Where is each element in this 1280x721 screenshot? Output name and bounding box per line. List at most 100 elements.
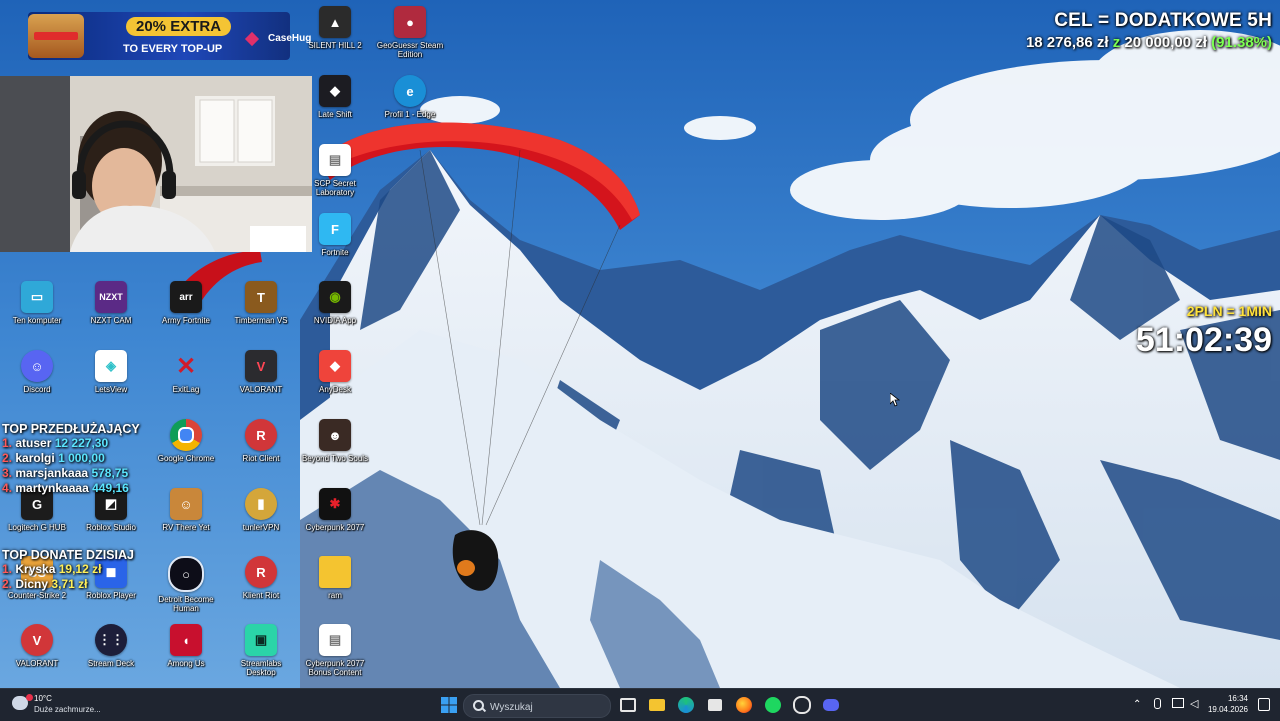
desktop-icon-riot-client[interactable]: R Riot Client <box>226 417 296 483</box>
desktop-icon-streamlabs[interactable]: ▣ Streamlabs Desktop <box>226 622 296 688</box>
desktop-icon-label: Beyond Two Souls <box>301 454 369 463</box>
desktop-icon-label: RV There Yet <box>162 523 210 532</box>
goal-title: CEL = DODATKOWE 5H <box>1054 10 1272 31</box>
taskbar-store[interactable] <box>704 694 726 716</box>
desktop-icon-this-pc[interactable]: ▭ Ten komputer <box>2 279 72 345</box>
desktop-icon-beyond-two-souls[interactable]: ☻ Beyond Two Souls <box>300 417 370 483</box>
desktop-icon-nzxt-cam[interactable]: NZXT NZXT CAM <box>76 279 146 345</box>
windows-logo-icon <box>441 697 457 713</box>
desktop-icon-label: Cyberpunk 2077 <box>305 523 365 532</box>
casehug-logo-icon <box>244 31 260 47</box>
desktop-icon-label: NZXT CAM <box>90 316 132 325</box>
leaderboard-title: TOP DONATE DZISIAJ <box>2 548 134 562</box>
desktop-icon-geoguessr[interactable]: ● GeoGuessr Steam Edition <box>375 4 445 70</box>
desktop-icon-label: ExitLag <box>172 385 200 394</box>
desktop-icon-label: AnyDesk <box>318 385 351 394</box>
search-input[interactable] <box>488 698 602 716</box>
desktop-icon-timberman[interactable]: T Timberman VS <box>226 279 296 345</box>
streamlabs-icon: ▣ <box>245 624 277 656</box>
chrome-icon <box>170 419 202 451</box>
taskbar-obs[interactable] <box>791 694 813 716</box>
desktop-icon-label: Streamlabs Desktop <box>240 659 282 677</box>
desktop[interactable]: ▲ SILENT HILL 2 ● GeoGuessr Steam Editio… <box>0 0 1280 688</box>
weather-temp: 10°C <box>34 694 52 703</box>
desktop-icon-label: LetsView <box>94 385 128 394</box>
webcam-overlay <box>0 76 312 252</box>
desktop-icon-label: Timberman VS <box>234 316 288 325</box>
task-view-icon <box>620 698 636 712</box>
desktop-icon-tunlervpn[interactable]: ▮ tunlerVPN <box>226 486 296 552</box>
desktop-icon-edge-profile[interactable]: e Profil 1 - Edge <box>375 73 445 139</box>
webcam-feed <box>0 76 312 252</box>
network-icon[interactable] <box>1172 698 1184 708</box>
desktop-icon-valorant-2[interactable]: V VALORANT <box>2 622 72 688</box>
goal-percent: (91.38%) <box>1211 34 1272 51</box>
timberman-icon: T <box>245 281 277 313</box>
desktop-icon-label: Logitech G HUB <box>8 523 66 532</box>
taskbar-file-explorer[interactable] <box>646 694 668 716</box>
chevron-up-icon[interactable]: ⌃ <box>1133 699 1141 710</box>
desktop-icon-cyberpunk-bonus[interactable]: ▤ Cyberpunk 2077 Bonus Content <box>300 622 370 688</box>
leaderboard-row: 4. martynkaaaa 449,16 <box>2 481 129 495</box>
desktop-icon-klient-riot[interactable]: R Klient Riot <box>226 554 296 620</box>
desktop-icon-ram-folder[interactable]: ram <box>300 554 370 620</box>
start-button[interactable] <box>438 694 460 716</box>
letsview-icon: ◈ <box>95 350 127 382</box>
desktop-icon-label: Ten komputer <box>12 316 62 325</box>
desktop-icon-cyberpunk-2077[interactable]: ✱ Cyberpunk 2077 <box>300 486 370 552</box>
desktop-icon-stream-deck[interactable]: ⋮⋮ Stream Deck <box>76 622 146 688</box>
desktop-icon-nvidia-app[interactable]: ◉ NVIDIA App <box>300 279 370 345</box>
volume-icon[interactable]: ◁ <box>1190 697 1198 710</box>
edge-icon <box>678 697 694 713</box>
desktop-icon-label: NVIDIA App <box>313 316 357 325</box>
riot-icon: R <box>245 556 277 588</box>
map-pin-icon: ● <box>394 6 426 38</box>
desktop-icon-label: Among Us <box>167 659 205 668</box>
desktop-icon-google-chrome[interactable]: Google Chrome <box>151 417 221 483</box>
clock[interactable]: 16:34 19.04.2026 <box>1208 693 1248 715</box>
obs-icon <box>793 696 811 714</box>
taskbar-edge[interactable] <box>675 694 697 716</box>
rv-icon: ☺ <box>170 488 202 520</box>
valorant-icon: V <box>21 624 53 656</box>
microphone-icon[interactable] <box>1154 698 1161 709</box>
desktop-icon-detroit[interactable]: ○ Detroit Become Human <box>151 554 221 620</box>
taskbar-task-view[interactable] <box>617 694 639 716</box>
leaderboard-row: 1. atuser 12 227,30 <box>2 436 109 450</box>
desktop-icon-letsview[interactable]: ◈ LetsView <box>76 348 146 414</box>
desktop-icon-rv-there-yet[interactable]: ☺ RV There Yet <box>151 486 221 552</box>
weather-widget[interactable]: 10°C Duże zachmurze... <box>12 693 122 717</box>
notifications-icon[interactable] <box>1258 698 1270 711</box>
edge-icon: e <box>394 75 426 107</box>
desktop-icon-label: Discord <box>23 385 51 394</box>
desktop-icon-label: VALORANT <box>239 385 283 394</box>
desktop-icon-label: Roblox Player <box>86 591 136 600</box>
file-icon: ▤ <box>319 624 351 656</box>
desktop-icon-label: Profil 1 - Edge <box>384 110 436 119</box>
timer-rate: 2PLN = 1MIN <box>1186 303 1272 319</box>
leaderboard-row: 2. karolgi 1 000,00 <box>2 451 105 465</box>
desktop-icon-army-fortnite[interactable]: arr Army Fortnite <box>151 279 221 345</box>
desktop-icon-exitlag[interactable]: ✕ ExitLag <box>151 348 221 414</box>
exitlag-icon: ✕ <box>175 352 197 380</box>
nzxt-icon: NZXT <box>95 281 127 313</box>
taskbar-spotify[interactable] <box>762 694 784 716</box>
desktop-icon-among-us[interactable]: ◖ Among Us <box>151 622 221 688</box>
valorant-icon: V <box>245 350 277 382</box>
taskbar-discord[interactable] <box>820 694 842 716</box>
top-extenders-leaderboard: TOP PRZEDŁUŻAJĄCY 1. atuser 12 227,30 2.… <box>2 422 140 496</box>
search-icon <box>473 700 484 711</box>
donation-goal: CEL = DODATKOWE 5H 18 276,86 zł z 20 000… <box>1026 10 1272 51</box>
monitor-icon: ▭ <box>21 281 53 313</box>
desktop-icon-label: Roblox Studio <box>86 523 136 532</box>
desktop-icon-anydesk[interactable]: ◆ AnyDesk <box>300 348 370 414</box>
desktop-icon-discord[interactable]: ☺ Discord <box>2 348 72 414</box>
desktop-icon-valorant[interactable]: V VALORANT <box>226 348 296 414</box>
army-icon: arr <box>170 281 202 313</box>
discord-icon: ☺ <box>21 350 53 382</box>
taskbar-search[interactable] <box>463 694 611 718</box>
desktop-icon-label: Klient Riot <box>242 591 280 600</box>
taskbar-firefox[interactable] <box>733 694 755 716</box>
clock-date: 19.04.2026 <box>1207 705 1248 714</box>
desktop-icon-label: Google Chrome <box>157 454 215 463</box>
